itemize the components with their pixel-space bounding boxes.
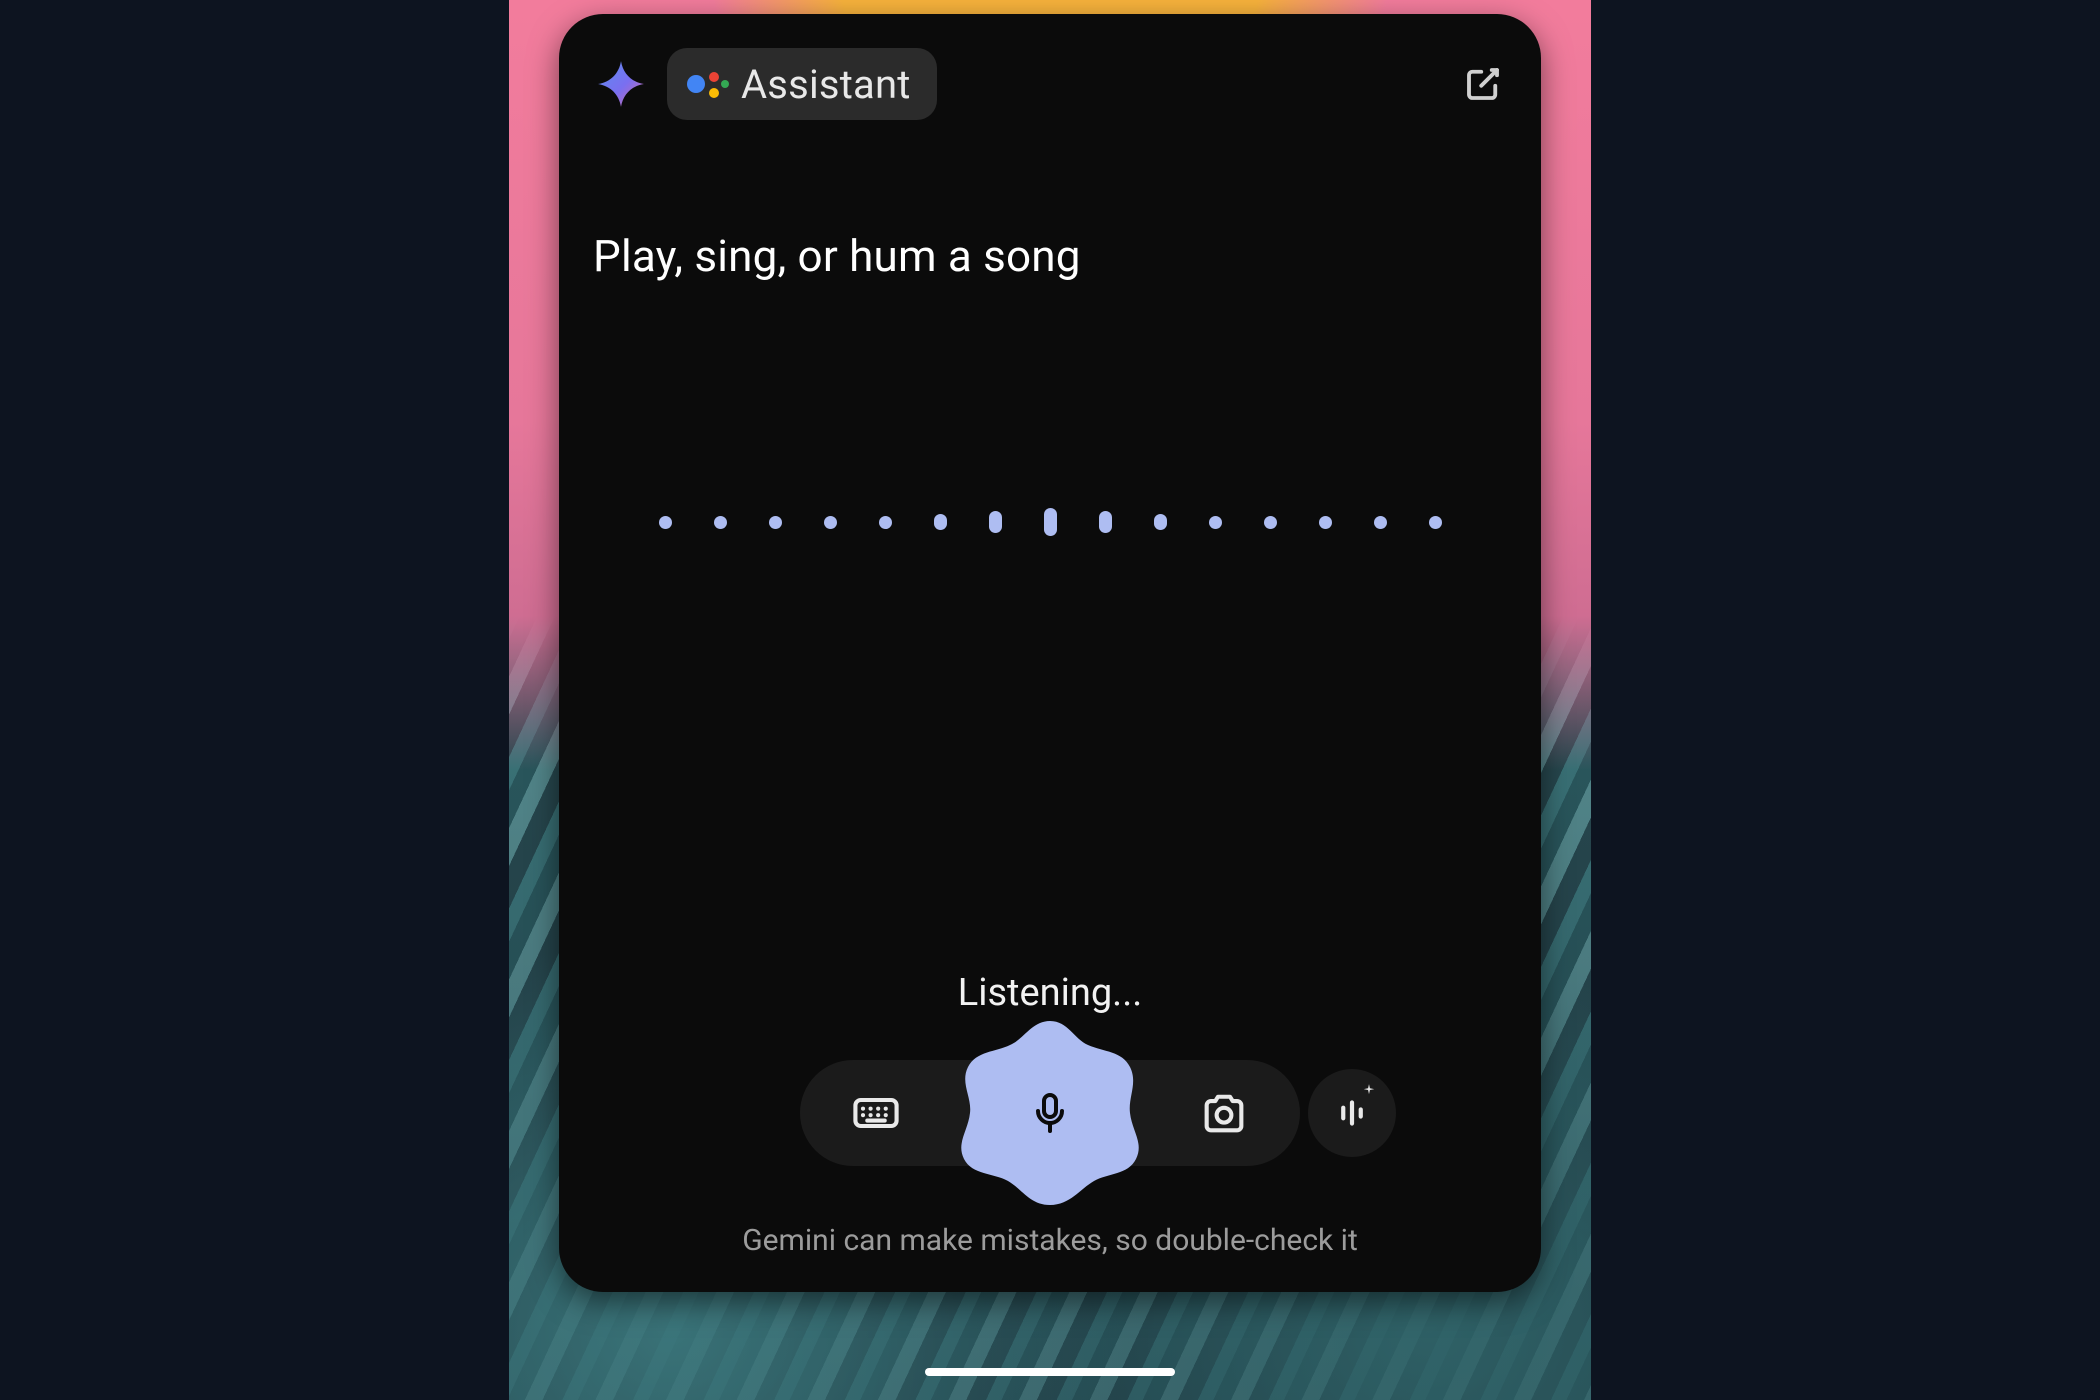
waveform-dot [659,516,672,529]
microphone-icon [1026,1089,1074,1137]
assistant-chip[interactable]: Assistant [667,48,937,120]
open-in-new-button[interactable] [1459,60,1507,108]
waveform-dot [1319,516,1332,529]
waveform-dot [1429,516,1442,529]
waveform-dot [1099,511,1112,533]
home-indicator[interactable] [925,1368,1175,1376]
gemini-spark-icon [593,56,649,112]
waveform-dot [714,516,727,529]
waveform-dot [934,514,947,530]
waveform-dot [879,516,892,529]
keyboard-button[interactable] [844,1081,908,1145]
sound-bars-icon [1331,1092,1373,1134]
disclaimer-text: Gemini can make mistakes, so double-chec… [742,1223,1358,1258]
waveform-dot [824,516,837,529]
card-header: Assistant [593,48,1507,120]
waveform-dot [1044,508,1057,536]
waveform-dot [989,511,1002,533]
waveform-dot [1264,516,1277,529]
microphone-button[interactable] [950,1013,1150,1213]
open-in-new-icon [1462,63,1504,105]
camera-icon [1198,1087,1250,1139]
sparkle-icon [1362,1083,1376,1097]
live-audio-button[interactable] [1308,1069,1396,1157]
camera-button[interactable] [1192,1081,1256,1145]
waveform-dot [1154,514,1167,530]
assistant-chip-label: Assistant [741,61,911,108]
listening-status-text: Listening... [958,971,1143,1015]
waveform-dot [1209,516,1222,529]
assistant-overlay-card: Assistant Play, sing, or hum a song List… [559,14,1541,1292]
phone-frame: Assistant Play, sing, or hum a song List… [509,0,1591,1400]
waveform-dot [1374,516,1387,529]
prompt-text: Play, sing, or hum a song [593,230,1507,282]
keyboard-icon [850,1087,902,1139]
waveform-dot [769,516,782,529]
assistant-logo-icon [685,64,725,104]
listening-waveform [593,502,1507,542]
